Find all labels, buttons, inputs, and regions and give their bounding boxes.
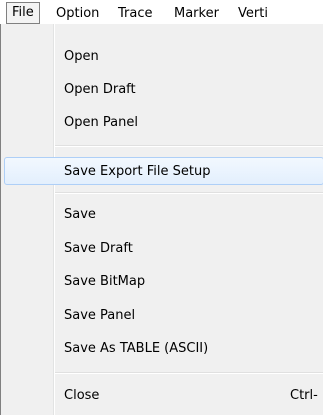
menu-item-shortcut: Ctrl- xyxy=(290,388,318,403)
menu-item-label: Open Draft xyxy=(64,82,136,97)
menu-item-save-as-table-ascii[interactable]: Save As TABLE (ASCII) xyxy=(2,335,323,363)
menu-item-open-panel[interactable]: Open Panel xyxy=(2,109,323,137)
menu-item-label: Save As TABLE (ASCII) xyxy=(64,341,209,356)
menu-item-save-export-file-setup[interactable]: Save Export File Setup xyxy=(4,157,323,185)
menu-item-save-bitmap[interactable]: Save BitMap xyxy=(2,268,323,296)
menu-separator xyxy=(55,372,323,374)
menu-item-open[interactable]: Open xyxy=(2,43,323,71)
menu-item-label: Close xyxy=(64,388,100,403)
menubar-trace[interactable]: Trace xyxy=(118,5,153,22)
menu-item-label: Open Panel xyxy=(64,115,138,130)
menu-separator xyxy=(55,192,323,194)
menu-item-label: Save Panel xyxy=(64,308,136,323)
menu-item-label: Save BitMap xyxy=(64,274,146,289)
menu-item-save-panel[interactable]: Save Panel xyxy=(2,302,323,330)
menubar-option[interactable]: Option xyxy=(56,5,99,22)
menu-item-open-draft[interactable]: Open Draft xyxy=(2,76,323,104)
menu-item-label: Save Draft xyxy=(64,241,133,256)
menu-item-label: Save xyxy=(64,207,96,222)
menubar-vertical[interactable]: Verti xyxy=(238,5,268,22)
menu-item-save-draft[interactable]: Save Draft xyxy=(2,235,323,263)
separator-line-highlight xyxy=(55,373,323,374)
menu-item-save[interactable]: Save xyxy=(2,201,323,229)
menu-separator xyxy=(55,145,323,147)
separator-line-highlight xyxy=(55,193,323,194)
menu-bar: File Option Trace Marker Verti xyxy=(0,0,323,24)
menubar-marker[interactable]: Marker xyxy=(174,5,219,22)
menu-item-close[interactable]: Close Ctrl- xyxy=(2,382,323,410)
menu-item-label: Open xyxy=(64,49,99,64)
file-menu-dropdown: Open Open Draft Open Panel Save Export F… xyxy=(0,24,323,415)
menubar-file[interactable]: File xyxy=(6,2,40,24)
menu-item-label: Save Export File Setup xyxy=(64,164,211,179)
separator-line-highlight xyxy=(55,146,323,147)
